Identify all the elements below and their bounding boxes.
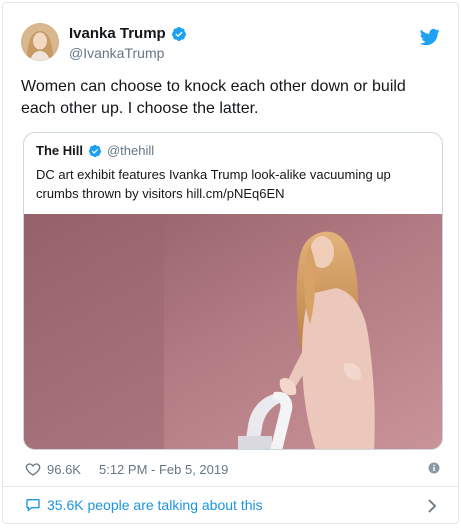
twitter-bird-icon[interactable] <box>420 27 440 47</box>
tweet-meta: 96.6K 5:12 PM - Feb 5, 2019 <box>25 459 228 479</box>
quoted-author-handle[interactable]: @thehill <box>107 143 154 158</box>
tweet-text: Women can choose to knock each other dow… <box>21 78 406 117</box>
tweet-card: Ivanka Trump @IvankaTrump Women can choo… <box>2 2 459 524</box>
tweet-header: Ivanka Trump @IvankaTrump <box>21 23 444 67</box>
author-handle[interactable]: @IvankaTrump <box>69 45 187 61</box>
quoted-author-name[interactable]: The Hill <box>36 143 83 158</box>
quoted-media-photo[interactable] <box>24 214 442 449</box>
heart-icon[interactable] <box>25 461 41 477</box>
speech-bubble-icon <box>26 499 40 512</box>
info-icon[interactable] <box>428 462 440 474</box>
like-count[interactable]: 96.6K <box>47 462 81 477</box>
photo-woman-vacuuming <box>24 214 442 449</box>
author-identity: Ivanka Trump @IvankaTrump <box>69 25 187 61</box>
chevron-right-icon[interactable] <box>426 499 438 513</box>
verified-badge-icon <box>171 26 186 41</box>
author-name[interactable]: Ivanka Trump <box>69 25 166 42</box>
tweet-timestamp[interactable]: 5:12 PM - Feb 5, 2019 <box>99 462 228 477</box>
avatar-image <box>21 23 59 61</box>
verified-badge-icon <box>88 144 102 157</box>
conversation-text[interactable]: 35.6K people are talking about this <box>47 497 263 513</box>
quoted-tweet[interactable]: The Hill @thehill DC art exhibit feature… <box>23 132 443 450</box>
quoted-text: DC art exhibit features Ivanka Trump loo… <box>36 167 391 201</box>
quoted-header: The Hill @thehill <box>36 143 154 158</box>
divider <box>3 486 458 487</box>
conversation-link[interactable]: 35.6K people are talking about this <box>25 497 263 513</box>
author-avatar[interactable] <box>21 23 59 61</box>
